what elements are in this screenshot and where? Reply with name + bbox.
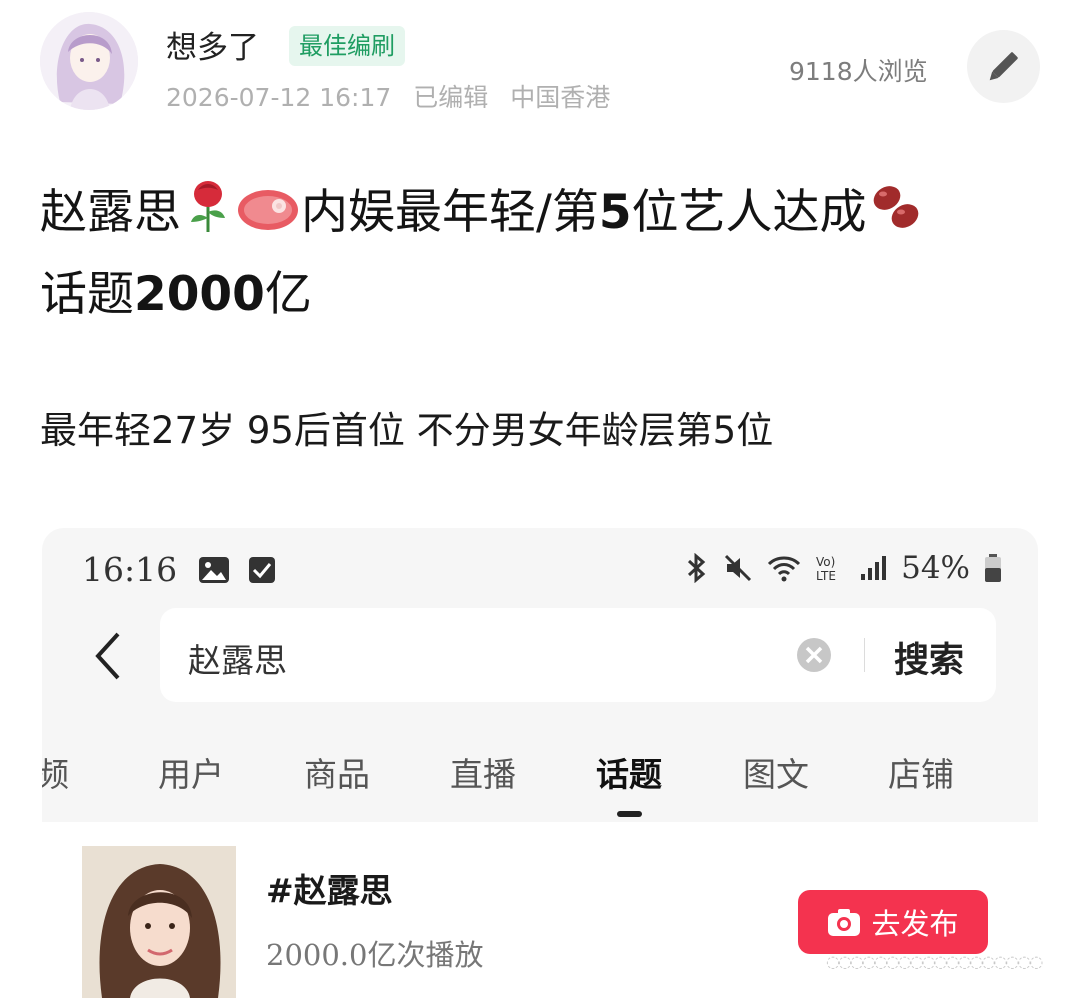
mute-icon bbox=[725, 554, 752, 582]
title-text-a: 内娱最年轻/第 bbox=[301, 185, 599, 240]
clear-icon[interactable] bbox=[796, 637, 832, 673]
watermark-dots: ◌◌◌◌◌◌◌◌◌◌◌◌◌◌◌◌◌◌ bbox=[826, 952, 1043, 971]
meat-icon bbox=[235, 181, 301, 257]
checkbox-icon bbox=[249, 557, 276, 583]
author-avatar[interactable] bbox=[40, 12, 138, 110]
status-time: 16:16 bbox=[82, 550, 276, 589]
tab-products[interactable]: 商品 bbox=[304, 748, 370, 796]
topic-title[interactable]: #赵露思 bbox=[266, 864, 393, 912]
rose-icon bbox=[181, 178, 235, 257]
embedded-screenshot: 16:16 Vo) LTE 54% 赵露思 搜索 频 用户 商品 直播 话题 图文… bbox=[42, 528, 1038, 998]
status-time-text: 16:16 bbox=[82, 550, 178, 589]
search-button[interactable]: 搜索 bbox=[894, 632, 964, 683]
status-icons: Vo) LTE 54% bbox=[683, 550, 1002, 586]
active-tab-indicator bbox=[617, 811, 642, 817]
topic-thumbnail[interactable] bbox=[82, 846, 236, 998]
post-meta: 2026-07-12 16:17 已编辑 中国香港 bbox=[166, 78, 624, 114]
view-count: 9118人浏览 bbox=[789, 57, 928, 86]
publish-label: 去发布 bbox=[871, 907, 959, 941]
search-divider bbox=[864, 638, 865, 672]
image-icon bbox=[198, 557, 229, 583]
svg-text:LTE: LTE bbox=[816, 569, 836, 583]
title-number-count: 2000 bbox=[134, 267, 265, 322]
tab-topics[interactable]: 话题 bbox=[596, 748, 662, 796]
pencil-icon bbox=[989, 52, 1018, 81]
topic-result[interactable]: #赵露思 2000.0亿次播放 去发布 bbox=[42, 822, 1038, 998]
portrait-illustration bbox=[82, 846, 236, 998]
camera-icon bbox=[828, 909, 861, 936]
topic-play-count: 2000.0亿次播放 bbox=[266, 938, 484, 972]
tab-posts[interactable]: 图文 bbox=[743, 748, 809, 796]
tab-live[interactable]: 直播 bbox=[450, 748, 516, 796]
bluetooth-icon bbox=[688, 553, 706, 583]
title-text-c: 话题 bbox=[40, 267, 134, 322]
avatar-illustration bbox=[40, 12, 138, 110]
signal-icon bbox=[861, 556, 887, 580]
svg-text:Vo): Vo) bbox=[816, 555, 835, 569]
volte-icon: Vo)LTE bbox=[816, 555, 836, 583]
edit-button[interactable] bbox=[967, 30, 1040, 103]
author-badge: 最佳编刷 bbox=[289, 26, 405, 66]
author-name[interactable]: 想多了 bbox=[166, 22, 259, 67]
beans-icon bbox=[867, 178, 925, 257]
tab-users[interactable]: 用户 bbox=[158, 748, 224, 796]
title-name: 赵露思 bbox=[40, 185, 181, 240]
title-text-d: 亿 bbox=[264, 267, 312, 322]
wifi-icon bbox=[768, 556, 801, 582]
tab-video[interactable]: 频 bbox=[42, 748, 69, 796]
search-tabs: 频 用户 商品 直播 话题 图文 店铺 bbox=[42, 740, 1038, 820]
post-edited: 已编辑 bbox=[413, 83, 489, 112]
post-body: 最年轻27岁 95后首位 不分男女年龄层第5位 bbox=[40, 409, 774, 452]
post-title: 赵露思 内娱最年轻/第5位艺人达成 话题2000亿 bbox=[40, 175, 1040, 333]
battery-text: 54% bbox=[901, 550, 970, 586]
search-bar[interactable]: 赵露思 搜索 bbox=[160, 608, 996, 702]
publish-button[interactable]: 去发布 bbox=[798, 890, 988, 954]
title-number-rank: 5 bbox=[598, 185, 632, 240]
tab-shops[interactable]: 店铺 bbox=[888, 748, 954, 796]
post-location: 中国香港 bbox=[510, 83, 611, 112]
post-date: 2026-07-12 16:17 bbox=[166, 83, 392, 112]
back-arrow-icon[interactable] bbox=[88, 628, 128, 684]
battery-icon bbox=[985, 554, 1001, 582]
search-input[interactable]: 赵露思 bbox=[188, 634, 287, 682]
title-text-b: 位艺人达成 bbox=[631, 185, 867, 240]
